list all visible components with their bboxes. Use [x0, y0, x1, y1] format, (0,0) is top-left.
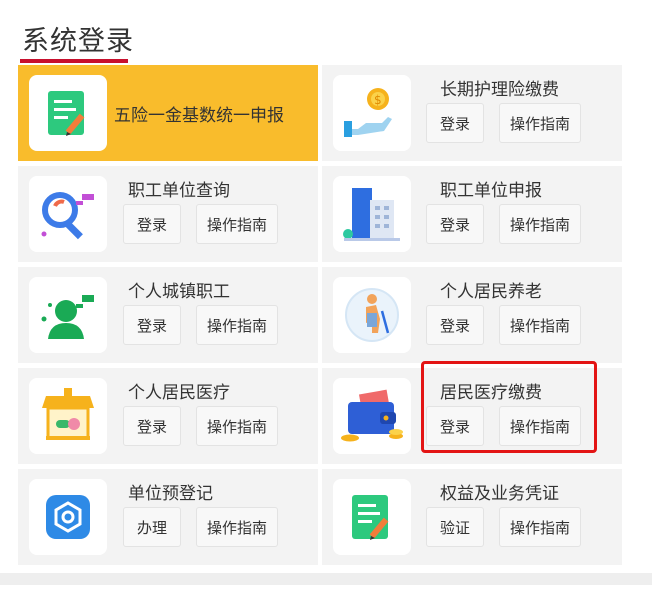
card-zhigong-danwei-shenbao: 职工单位申报 登录 操作指南 [322, 166, 622, 262]
highlight-outline [421, 361, 597, 453]
guide-button[interactable]: 操作指南 [499, 305, 581, 345]
card-name: 单位预登记 [128, 484, 213, 504]
card-changqi-huli: $ 长期护理险缴费 登录 操作指南 [322, 65, 622, 161]
guide-button[interactable]: 操作指南 [499, 204, 581, 244]
section-title: 系统登录 [22, 26, 134, 57]
guide-button[interactable]: 操作指南 [499, 103, 581, 143]
guide-button[interactable]: 操作指南 [196, 406, 278, 446]
card-name: 个人居民医疗 [128, 383, 230, 403]
guide-button[interactable]: 操作指南 [499, 507, 581, 547]
guide-button[interactable]: 操作指南 [196, 507, 278, 547]
document-edit-icon [333, 479, 411, 555]
card-name[interactable]: 五险一金基数统一申报 [114, 101, 304, 126]
card-geren-chengzhen-zhigong: 个人城镇职工 登录 操作指南 [18, 267, 318, 363]
login-button[interactable]: 登录 [123, 406, 181, 446]
card-name: 个人居民养老 [440, 282, 542, 302]
document-edit-icon [29, 75, 107, 151]
login-button[interactable]: 登录 [426, 305, 484, 345]
wallet-icon [333, 378, 411, 454]
magnifier-icon [29, 176, 107, 252]
handle-button[interactable]: 办理 [123, 507, 181, 547]
login-button[interactable]: 登录 [426, 204, 484, 244]
guide-button[interactable]: 操作指南 [196, 305, 278, 345]
card-quanyi-yewu-pingzheng: 权益及业务凭证 验证 操作指南 [322, 469, 622, 565]
title-underline [20, 59, 128, 63]
card-geren-jumin-yanglao: 个人居民养老 登录 操作指南 [322, 267, 622, 363]
bottom-divider [0, 573, 652, 585]
login-button[interactable]: 登录 [123, 305, 181, 345]
coin-hand-icon: $ [333, 75, 411, 151]
card-name: 职工单位申报 [440, 181, 542, 201]
gear-badge-icon [29, 479, 107, 555]
card-name: 职工单位查询 [128, 181, 230, 201]
card-name: 长期护理险缴费 [440, 80, 559, 100]
login-button[interactable]: 登录 [426, 103, 484, 143]
svg-text:$: $ [374, 93, 382, 107]
card-danwei-yudengji: 单位预登记 办理 操作指南 [18, 469, 318, 565]
verify-button[interactable]: 验证 [426, 507, 484, 547]
card-name: 个人城镇职工 [128, 282, 230, 302]
person-chat-icon [29, 277, 107, 353]
card-zhigong-danwei-chaxun: 职工单位查询 登录 操作指南 [18, 166, 318, 262]
building-icon [333, 176, 411, 252]
card-name: 权益及业务凭证 [440, 484, 559, 504]
card-geren-jumin-yiliao: 个人居民医疗 登录 操作指南 [18, 368, 318, 464]
card-wuxian-yijin[interactable]: 五险一金基数统一申报 [18, 65, 318, 161]
guide-button[interactable]: 操作指南 [196, 204, 278, 244]
elderly-person-icon [333, 277, 411, 353]
pharmacy-icon [29, 378, 107, 454]
login-button[interactable]: 登录 [123, 204, 181, 244]
